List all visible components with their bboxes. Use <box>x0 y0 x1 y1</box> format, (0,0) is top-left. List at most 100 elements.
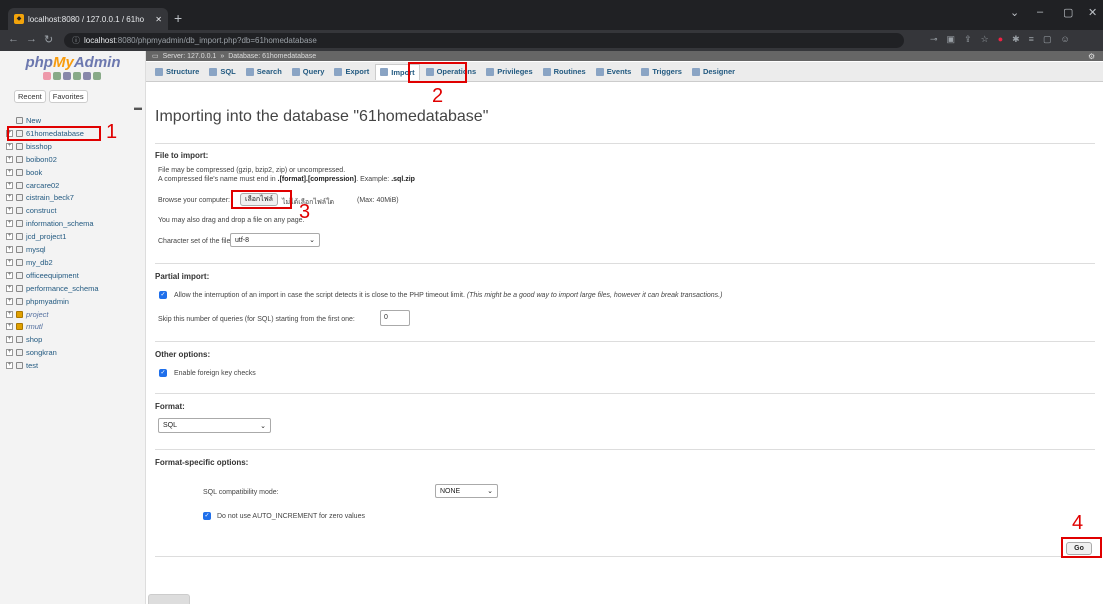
auto-increment-checkbox[interactable]: ✓ <box>203 512 211 520</box>
format-heading: Format: <box>155 402 185 411</box>
expand-icon[interactable]: + <box>6 258 13 266</box>
tab-search[interactable]: Search <box>242 64 286 80</box>
maximize-icon[interactable]: ▢ <box>1063 6 1073 19</box>
console-tab[interactable] <box>148 594 190 604</box>
expand-icon[interactable]: + <box>6 310 13 318</box>
sidebar-item-rmutl[interactable]: + rmutl <box>6 321 43 332</box>
sidebar-item-information-schema[interactable]: + information_schema <box>6 218 94 229</box>
install-icon[interactable]: ▣ <box>947 34 956 45</box>
skip-queries-input[interactable]: 0 <box>380 310 410 326</box>
sidebar-item-cistrain-beck7[interactable]: + cistrain_beck7 <box>6 192 74 203</box>
triggers-icon <box>641 67 650 76</box>
format-select[interactable]: SQL ⌄ <box>158 418 271 433</box>
foreign-key-checkbox[interactable]: ✓ <box>159 369 167 377</box>
divider <box>155 263 1095 264</box>
tab-privileges[interactable]: Privileges <box>482 64 536 80</box>
sidebar-item-bisshop[interactable]: + bisshop <box>6 141 52 152</box>
reload-nav-icon[interactable] <box>93 72 101 80</box>
bookmark-star-icon[interactable]: ☆ <box>981 34 989 45</box>
breadcrumb-database[interactable]: Database: 61homedatabase <box>228 53 316 60</box>
sidebar-item-shop[interactable]: + shop <box>6 334 42 345</box>
close-window-icon[interactable]: ✕ <box>1088 6 1097 19</box>
database-icon <box>16 233 23 241</box>
sidebar-item-mysql[interactable]: + mysql <box>6 244 46 255</box>
collapse-nav-icon[interactable]: ▭ <box>152 52 159 60</box>
share-icon[interactable]: ⇪ <box>964 34 972 45</box>
allow-interrupt-checkbox[interactable]: ✓ <box>159 291 167 299</box>
expand-icon[interactable]: + <box>6 181 13 189</box>
puzzle-icon[interactable]: ✱ <box>1012 34 1020 45</box>
expand-icon[interactable]: + <box>6 233 13 241</box>
expand-icon[interactable]: + <box>6 297 13 305</box>
new-tab-button[interactable]: + <box>174 9 182 27</box>
sidebar-item-officeequipment[interactable]: + officeequipment <box>6 270 79 281</box>
back-icon[interactable]: ← <box>8 33 19 45</box>
expand-icon[interactable]: + <box>6 336 13 344</box>
tab-search-icon[interactable]: ⌄ <box>1010 6 1019 19</box>
sidebar-item-my-db2[interactable]: + my_db2 <box>6 257 53 268</box>
favorites-tab[interactable]: Favorites <box>48 90 88 103</box>
database-icon <box>16 297 23 305</box>
sidebar-item-songkran[interactable]: + songkran <box>6 347 57 358</box>
page-title: Importing into the database "61homedatab… <box>155 108 489 125</box>
settings-icon[interactable] <box>83 72 91 80</box>
tab-events[interactable]: Events <box>592 64 636 80</box>
sidebar-item-construct[interactable]: + construct <box>6 205 56 216</box>
tab-structure[interactable]: Structure <box>151 64 203 80</box>
expand-icon[interactable]: + <box>6 142 13 150</box>
expand-icon[interactable]: + <box>6 246 13 253</box>
browser-tab[interactable]: ◆ localhost:8080 / 127.0.0.1 / 61ho ✕ <box>8 8 168 30</box>
forward-icon[interactable]: → <box>26 33 37 45</box>
home-icon[interactable] <box>43 72 51 80</box>
sidebar-item-new[interactable]: New <box>6 115 41 126</box>
sidebar-item-jcd-project1[interactable]: + jcd_project1 <box>6 231 66 242</box>
docs-icon[interactable] <box>63 72 71 80</box>
expand-icon[interactable]: + <box>6 168 13 176</box>
sidebar-item-performance-schema[interactable]: + performance_schema <box>6 283 99 294</box>
expand-icon[interactable]: + <box>6 207 13 215</box>
charset-select[interactable]: utf-8 ⌄ <box>230 233 320 247</box>
tab-label: Query <box>302 67 325 76</box>
tab-routines[interactable]: Routines <box>539 64 590 80</box>
sidebar-item-phpmyadmin[interactable]: + phpmyadmin <box>6 296 69 307</box>
expand-icon[interactable]: + <box>6 271 13 279</box>
logout-icon[interactable] <box>53 72 61 80</box>
phpmyadmin-logo[interactable]: phpMyAdmin <box>0 54 146 71</box>
minimize-icon[interactable]: – <box>1037 6 1043 18</box>
tab-sql[interactable]: SQL <box>205 64 239 80</box>
breadcrumb-server[interactable]: Server: 127.0.0.1 <box>163 53 217 60</box>
close-tab-icon[interactable]: ✕ <box>155 15 162 24</box>
sidebar-item-project[interactable]: + project <box>6 309 49 320</box>
queue-icon[interactable]: ≡ <box>1029 34 1034 45</box>
key-icon[interactable]: ⊸ <box>930 34 938 45</box>
reload-icon[interactable]: ↻ <box>44 33 53 46</box>
extension-red-icon[interactable]: ● <box>998 34 1003 45</box>
tab-export[interactable]: Export <box>330 64 373 80</box>
sql-compat-select[interactable]: NONE ⌄ <box>435 484 498 498</box>
nav-icon-row <box>43 72 101 80</box>
gear-icon[interactable]: ⚙ <box>1088 52 1095 61</box>
sidebar-item-label: test <box>26 361 39 371</box>
tab-query[interactable]: Query <box>288 64 329 80</box>
collapse-all-icon[interactable]: ▬ <box>134 103 142 112</box>
profile-icon[interactable]: ☺ <box>1060 34 1069 45</box>
expand-icon[interactable]: + <box>6 323 13 331</box>
expand-icon[interactable]: + <box>6 220 13 228</box>
sidebar-item-boibon02[interactable]: + boibon02 <box>6 154 57 165</box>
sidebar-item-test[interactable]: + test <box>6 360 38 371</box>
expand-icon[interactable]: + <box>6 284 13 292</box>
tab-designer[interactable]: Designer <box>688 64 739 80</box>
annotation-label-4: 4 <box>1072 512 1084 534</box>
sidepanel-icon[interactable]: ▢ <box>1043 34 1052 45</box>
tab-triggers[interactable]: Triggers <box>637 64 686 80</box>
sql-docs-icon[interactable] <box>73 72 81 80</box>
expand-icon[interactable]: + <box>6 349 13 357</box>
expand-icon[interactable]: + <box>6 362 13 370</box>
sidebar-item-carcare02[interactable]: + carcare02 <box>6 180 59 191</box>
sidebar-item-book[interactable]: + book <box>6 167 42 178</box>
expand-icon[interactable]: + <box>6 155 13 163</box>
url-input[interactable]: ⓘ localhost:8080/phpmyadmin/db_import.ph… <box>64 33 904 48</box>
format-specific-heading: Format-specific options: <box>155 458 249 467</box>
expand-icon[interactable]: + <box>6 194 13 202</box>
recent-tab[interactable]: Recent <box>14 90 46 103</box>
